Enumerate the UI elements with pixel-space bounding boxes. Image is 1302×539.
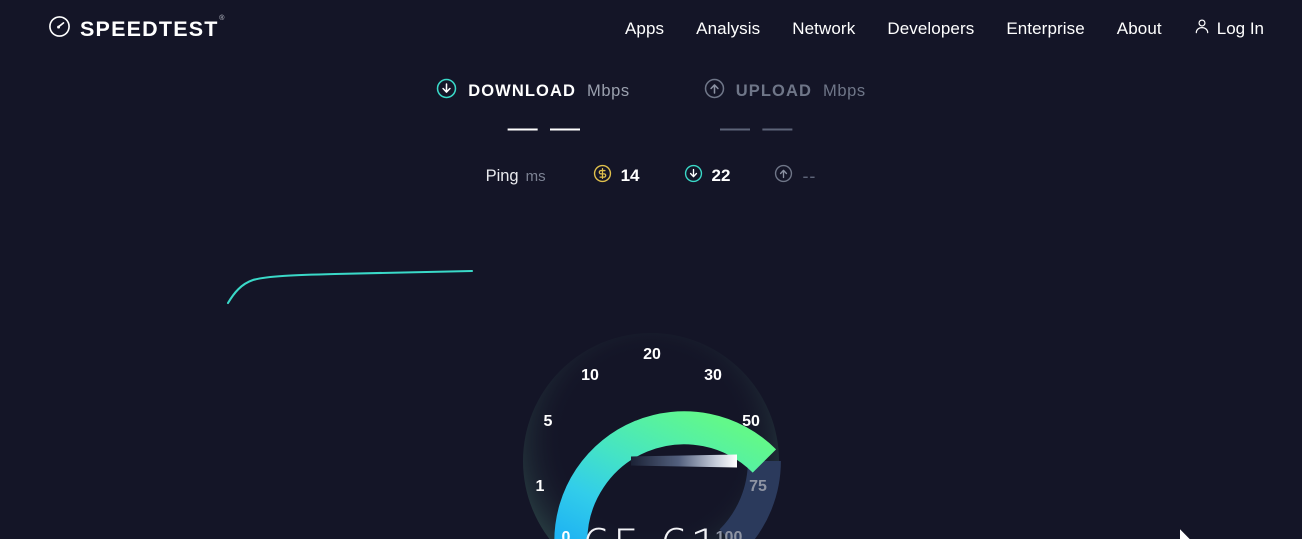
brand-name-text: SPEEDTEST [80, 16, 219, 41]
mouse-cursor [1178, 526, 1195, 539]
download-latency-value: 22 [711, 166, 731, 185]
upload-result-value: — — [720, 111, 795, 144]
result-tabs: DOWNLOAD Mbps UPLOAD Mbps [0, 78, 1302, 104]
speed-gauge: 0 1 5 10 20 30 50 75 100 65.61 Mbps [481, 306, 821, 539]
live-speed-sparkline [225, 266, 480, 311]
upload-latency-value: -- [802, 165, 817, 186]
download-circle-icon [436, 78, 457, 104]
speedtest-stage: DOWNLOAD Mbps UPLOAD Mbps — — — — Ping m… [0, 78, 1302, 539]
result-values: — — — — [0, 111, 1302, 144]
nav-item-enterprise[interactable]: Enterprise [1006, 19, 1084, 39]
download-circle-icon [684, 164, 703, 188]
nav-item-about[interactable]: About [1117, 19, 1162, 39]
nav-item-developers[interactable]: Developers [887, 19, 974, 39]
ping-unit: ms [525, 167, 546, 185]
latency-row: Ping ms 14 22 -- [0, 164, 1302, 188]
tab-upload[interactable]: UPLOAD Mbps [704, 78, 866, 104]
upload-latency-stat: -- [774, 164, 816, 188]
upload-circle-icon [704, 78, 725, 104]
brand-name: SPEEDTEST ® [80, 15, 224, 42]
download-latency-stat: 22 [684, 164, 731, 188]
user-icon [1194, 18, 1210, 40]
upload-circle-icon [774, 164, 793, 188]
tab-upload-unit: Mbps [823, 81, 866, 100]
idle-latency-stat: 14 [593, 164, 640, 188]
idle-latency-icon [593, 164, 612, 188]
tab-download-unit: Mbps [587, 81, 630, 100]
login-button[interactable]: Log In [1194, 18, 1264, 40]
gauge-readout: 65.61 Mbps [521, 524, 781, 539]
speed-value: 65.61 [521, 524, 781, 539]
main-navigation: Apps Analysis Network Developers Enterpr… [625, 18, 1264, 40]
ping-label: Ping [485, 166, 519, 185]
ping-label-group: Ping ms [486, 167, 546, 186]
speedometer-icon [48, 15, 71, 43]
idle-latency-value: 14 [620, 166, 640, 185]
nav-item-analysis[interactable]: Analysis [696, 19, 760, 39]
site-header: SPEEDTEST ® Apps Analysis Network Develop… [0, 0, 1302, 58]
tab-download-label: DOWNLOAD [468, 81, 576, 100]
nav-item-apps[interactable]: Apps [625, 19, 664, 39]
tab-download[interactable]: DOWNLOAD Mbps [436, 78, 630, 104]
trademark-symbol: ® [219, 14, 226, 22]
login-label: Log In [1216, 19, 1264, 38]
tab-upload-label: UPLOAD [735, 81, 813, 100]
gauge-arc [523, 333, 781, 539]
brand-logo[interactable]: SPEEDTEST ® [48, 15, 224, 43]
download-result-value: — — [507, 111, 582, 144]
nav-item-network[interactable]: Network [792, 19, 855, 39]
